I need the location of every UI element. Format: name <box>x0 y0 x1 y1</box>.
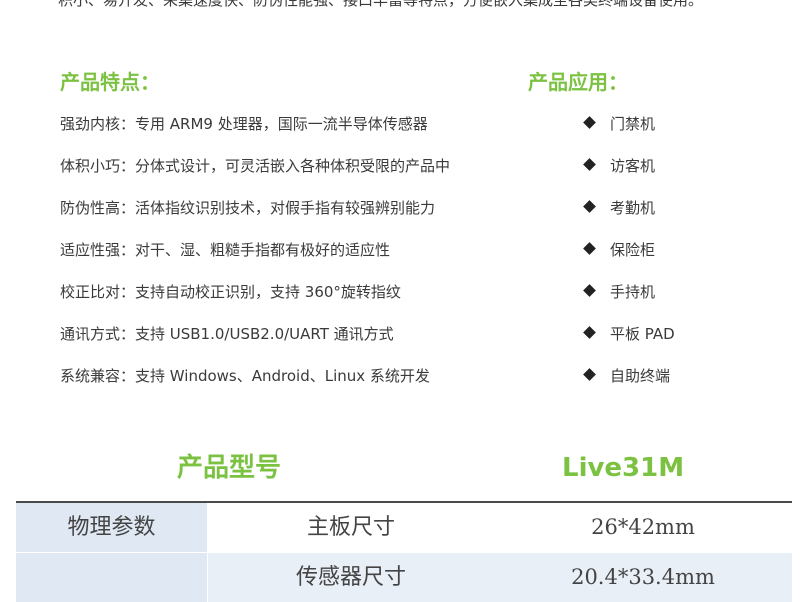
feature-item: 系统兼容：支持 Windows、Android、Linux 系统开发 <box>60 367 430 385</box>
feature-item: 强劲内核：专用 ARM9 处理器，国际一流半导体传感器 <box>60 115 428 133</box>
features-heading: 产品特点： <box>60 70 160 94</box>
application-label: 考勤机 <box>610 199 656 217</box>
application-label: 手持机 <box>610 283 656 301</box>
application-item: 自助终端 <box>583 362 675 404</box>
application-item: 保险柜 <box>583 236 675 278</box>
application-item: 访客机 <box>583 152 675 194</box>
diamond-bullet-icon <box>583 242 596 255</box>
application-label: 保险柜 <box>610 241 656 259</box>
spec-value: 26*42mm <box>494 503 792 552</box>
application-item: 平板 PAD <box>583 320 675 362</box>
applications-heading: 产品应用： <box>528 70 628 94</box>
intro-text: 积小、易开发、采集速度快、防伪性能强、接口丰富等特点，方便嵌入集成至各类终端设备… <box>58 0 704 9</box>
spec-key: 传感器尺寸 <box>208 553 494 602</box>
application-label: 访客机 <box>610 157 656 175</box>
application-label: 平板 PAD <box>610 325 675 343</box>
spec-value: 20.4*33.4mm <box>494 553 792 602</box>
diamond-bullet-icon <box>583 368 596 381</box>
application-label: 自助终端 <box>610 367 671 385</box>
application-label: 门禁机 <box>610 115 656 133</box>
feature-item: 通讯方式：支持 USB1.0/USB2.0/UART 通讯方式 <box>60 325 394 343</box>
diamond-bullet-icon <box>583 116 596 129</box>
spec-key: 主板尺寸 <box>208 503 494 552</box>
feature-item: 体积小巧：分体式设计，可灵活嵌入各种体积受限的产品中 <box>60 157 451 175</box>
diamond-bullet-icon <box>583 200 596 213</box>
table-row: 传感器尺寸 20.4*33.4mm <box>16 553 792 602</box>
diamond-bullet-icon <box>583 284 596 297</box>
diamond-bullet-icon <box>583 158 596 171</box>
application-item: 考勤机 <box>583 194 675 236</box>
spec-category: 物理参数 <box>16 503 207 552</box>
spec-category <box>16 553 207 602</box>
feature-item: 防伪性高：活体指纹识别技术，对假手指有较强辨别能力 <box>60 199 436 217</box>
model-value: Live31M <box>562 453 685 483</box>
feature-list: 强劲内核：专用 ARM9 处理器，国际一流半导体传感器 体积小巧：分体式设计，可… <box>60 110 450 404</box>
application-item: 门禁机 <box>583 110 675 152</box>
feature-item: 适应性强：对干、湿、粗糙手指都有极好的适应性 <box>60 241 391 259</box>
table-row: 物理参数 主板尺寸 26*42mm <box>16 503 792 552</box>
feature-item: 校正比对：支持自动校正识别，支持 360°旋转指纹 <box>60 283 401 301</box>
application-list: 门禁机 访客机 考勤机 保险柜 手持机 平板 PAD 自助终端 <box>583 110 675 404</box>
diamond-bullet-icon <box>583 326 596 339</box>
application-item: 手持机 <box>583 278 675 320</box>
model-label: 产品型号 <box>177 453 282 483</box>
